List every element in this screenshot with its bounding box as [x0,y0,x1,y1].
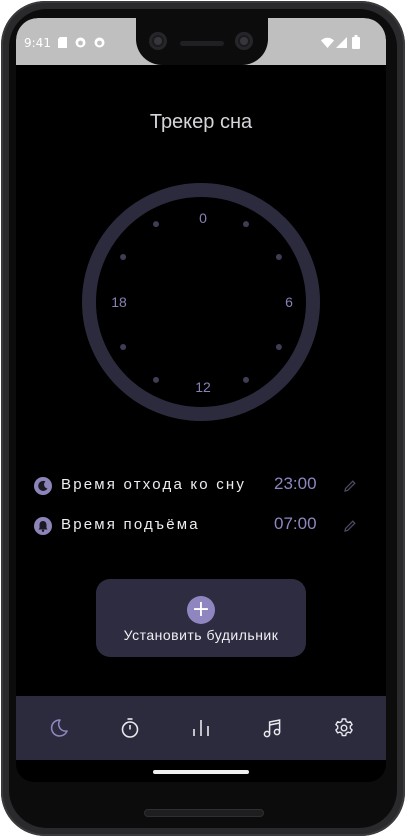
notification-icon [75,37,86,48]
set-alarm-label: Установить будильник [123,627,279,643]
moon-icon [50,719,68,737]
hour-label-12: 12 [195,379,211,395]
bedtime-value[interactable]: 23:00 [274,474,317,494]
nav-item-timer[interactable] [117,715,143,741]
bell-icon [34,517,52,535]
edit-pencil-icon[interactable] [342,478,358,494]
bedtime-row[interactable]: Время отхода ко сну 23:00 [16,474,386,498]
moon-icon [34,477,52,495]
wakeup-label: Время подъёма [61,516,200,533]
dial-hour-marker [275,254,282,260]
earpiece [180,41,224,46]
hour-label-0: 0 [199,210,207,226]
plus-icon: + [187,596,215,624]
signal-icon [336,37,347,48]
app-screen: 9:41 Трекер сна 0 6 12 18 Время отхода к… [16,18,386,782]
wakeup-row[interactable]: Время подъёма 07:00 [16,514,386,538]
gear-icon [335,718,353,737]
bar-chart-icon [193,720,209,736]
notification-icon [94,37,105,48]
status-time: 9:41 [24,36,51,50]
camera-notch [136,18,268,65]
front-camera [149,32,167,50]
set-alarm-button[interactable]: + Установить будильник [96,579,306,657]
bottom-speaker [144,809,264,817]
nav-item-sleep[interactable] [46,715,72,741]
page-title: Трекер сна [149,111,253,133]
nav-item-music[interactable] [259,715,285,741]
bedtime-label: Время отхода ко сну [61,476,247,493]
bottom-navigation [16,696,386,760]
edit-pencil-icon[interactable] [342,518,358,534]
battery-icon [352,35,360,49]
nav-item-settings[interactable] [331,715,357,741]
wifi-icon [321,37,334,48]
music-note-icon [263,719,281,738]
home-indicator[interactable] [153,770,249,774]
front-camera [235,32,253,50]
dial-hour-marker [243,221,249,228]
stopwatch-icon [121,718,139,738]
sleep-dial[interactable]: 0 6 12 18 [81,183,321,423]
dial-hour-marker [120,254,127,260]
dial-hour-marker [275,344,282,350]
dial-hour-marker [153,376,159,383]
nav-item-stats[interactable] [188,715,214,741]
sd-card-icon [58,37,67,48]
dial-hour-marker [120,344,127,350]
hour-label-6: 6 [285,294,293,310]
hour-label-18: 18 [111,294,127,310]
wakeup-value[interactable]: 07:00 [274,514,317,534]
dial-hour-marker [243,376,249,383]
dial-hour-marker [153,221,159,228]
